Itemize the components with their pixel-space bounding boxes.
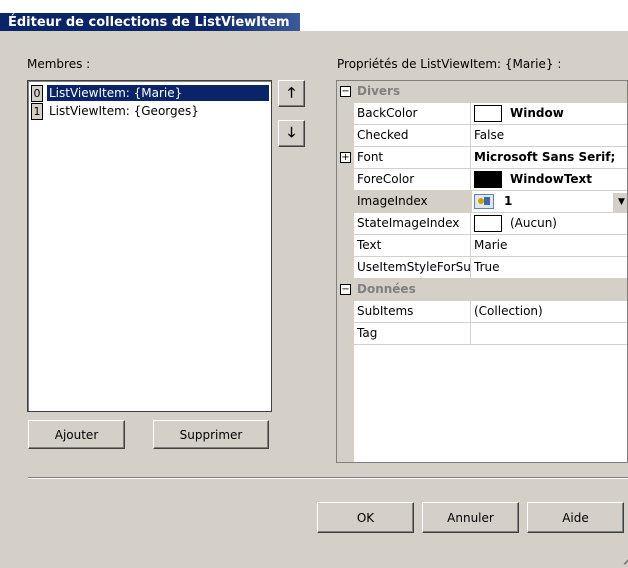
resize-grip-icon[interactable] [616,549,628,565]
property-row[interactable]: ForeColor WindowText [337,169,627,191]
help-button[interactable]: Aide [527,502,624,533]
property-name: ImageIndex [354,191,472,213]
down-arrow-icon: 🡓 [287,125,296,141]
cancel-button[interactable]: Annuler [422,502,519,533]
property-grid[interactable]: − Divers BackColor Window Checked False + Font M… [336,80,628,463]
list-item[interactable]: 1 ListViewItem: {Georges} [31,102,269,120]
property-name: ForeColor [354,169,472,191]
color-swatch [474,171,502,188]
properties-label: Propriétés de ListViewItem: {Marie} : [337,57,562,71]
list-item-index: 1 [31,102,43,120]
property-row[interactable]: BackColor Window [337,103,627,125]
list-item-label: ListViewItem: {Marie} [47,85,269,101]
property-value[interactable]: False [470,125,627,147]
list-item[interactable]: 0 ListViewItem: {Marie} [31,84,269,102]
property-name: Text [354,235,472,257]
property-value-text: WindowText [510,172,593,186]
property-row[interactable]: Tag [337,323,627,345]
members-label: Membres : [27,57,91,71]
property-row[interactable]: Text Marie [337,235,627,257]
property-value-text: 1 [504,194,513,208]
property-value-text: Window [510,106,564,120]
property-value[interactable]: True [470,257,627,279]
collapse-icon[interactable]: − [340,284,351,295]
property-name: Checked [354,125,472,147]
property-value[interactable] [470,323,627,345]
move-down-button[interactable]: 🡓 [278,120,305,147]
property-value-text: (Aucun) [510,216,557,230]
property-value[interactable]: WindowText [470,169,627,191]
expand-icon[interactable]: + [340,152,351,163]
property-name: StateImageIndex [354,213,472,235]
property-row[interactable]: StateImageIndex (Aucun) [337,213,627,235]
property-value[interactable]: Microsoft Sans Serif; [470,147,627,169]
property-name: UseItemStyleForSubItems [354,257,472,279]
add-button[interactable]: Ajouter [28,420,125,449]
list-item-index: 0 [31,84,43,102]
property-value[interactable]: 1 ▼ [470,191,627,213]
property-row[interactable]: UseItemStyleForSubItemsTrue [337,257,627,279]
category-label: Divers [354,81,627,103]
property-value-text: False [474,128,505,142]
property-value[interactable]: Marie [470,235,627,257]
color-swatch [474,215,502,232]
property-name: SubItems [354,301,472,323]
property-name: Font [354,147,472,169]
dropdown-arrow-icon[interactable]: ▼ [612,192,627,212]
up-arrow-icon: 🡑 [287,85,296,101]
color-swatch [474,105,502,122]
property-row[interactable]: Checked False [337,125,627,147]
title-bar: Éditeur de collections de ListViewItem [0,0,628,31]
members-list[interactable]: 0 ListViewItem: {Marie} 1 ListViewItem: {Ge… [27,80,272,412]
property-row[interactable]: SubItems (Collection) [337,301,627,323]
property-value-text: True [474,260,500,274]
image-list-icon [474,194,494,209]
category-row[interactable]: − Divers [337,81,627,103]
property-row[interactable]: + Font Microsoft Sans Serif; [337,147,627,169]
property-value[interactable]: Window [470,103,627,125]
property-value[interactable]: (Aucun) [470,213,627,235]
property-value-text: Microsoft Sans Serif; [474,150,616,164]
window-title: Éditeur de collections de ListViewItem [8,15,290,30]
property-value-text: (Collection) [474,304,543,318]
separator [28,477,628,479]
property-value[interactable]: (Collection) [470,301,627,323]
list-item-label: ListViewItem: {Georges} [49,104,199,118]
property-name: BackColor [354,103,472,125]
ok-button[interactable]: OK [317,502,414,533]
property-row[interactable]: ImageIndex 1 ▼ [337,191,627,213]
collapse-icon[interactable]: − [340,86,351,97]
remove-button[interactable]: Supprimer [153,420,269,449]
move-up-button[interactable]: 🡑 [278,80,305,107]
property-name: Tag [354,323,472,345]
category-label: Données [354,279,627,301]
category-row[interactable]: − Données [337,279,627,301]
property-value-text: Marie [474,238,508,252]
